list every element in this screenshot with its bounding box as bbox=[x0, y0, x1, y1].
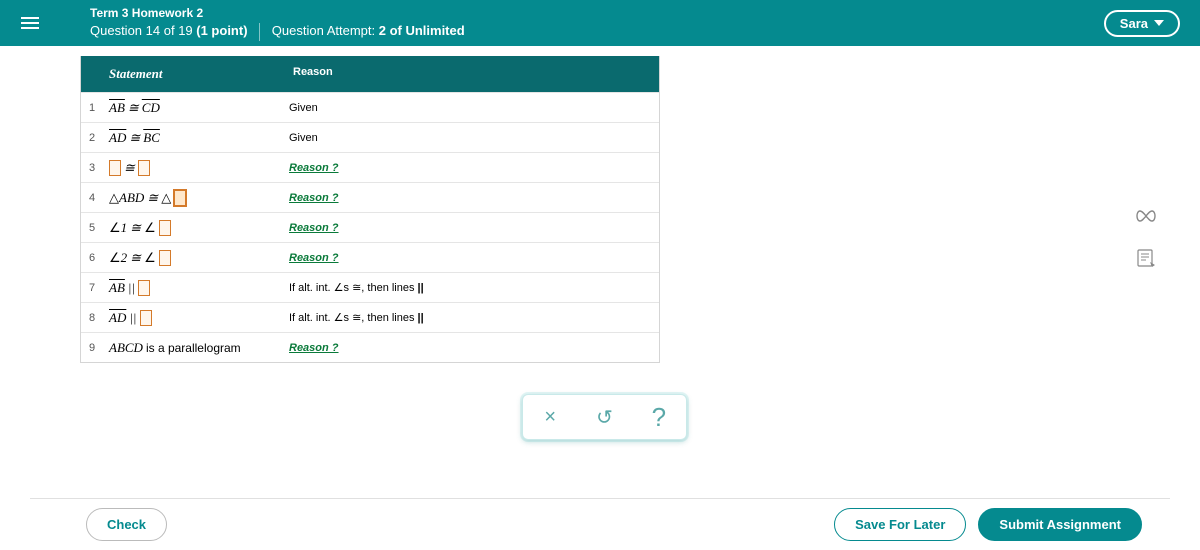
table-row: 3 ≅ Reason ? bbox=[81, 152, 659, 182]
check-button[interactable]: Check bbox=[86, 508, 167, 541]
statement-cell: ∠1 ≅ ∠ bbox=[103, 215, 281, 241]
table-row: 6∠2 ≅ ∠ Reason ? bbox=[81, 242, 659, 272]
row-number: 6 bbox=[81, 246, 103, 270]
table-row: 2AD ≅ BCGiven bbox=[81, 122, 659, 152]
row-number: 8 bbox=[81, 306, 103, 330]
answer-blank[interactable] bbox=[159, 220, 171, 236]
reason-cell: Reason ? bbox=[281, 337, 659, 359]
chevron-down-icon bbox=[1154, 20, 1164, 26]
statement-cell: ≅ bbox=[103, 155, 281, 181]
row-number: 9 bbox=[81, 336, 103, 360]
reason-link[interactable]: Reason ? bbox=[289, 342, 339, 354]
table-row: 7AB || If alt. int. ∠s ≅, then lines || bbox=[81, 272, 659, 302]
table-row: 4△ABD ≅ △ Reason ? bbox=[81, 182, 659, 212]
reason-cell: Reason ? bbox=[281, 247, 659, 269]
menu-icon[interactable] bbox=[10, 17, 50, 29]
statement-cell: AB ≅ CD bbox=[103, 95, 281, 121]
proof-table: Statement Reason 1AB ≅ CDGiven2AD ≅ BCGi… bbox=[80, 56, 660, 363]
table-header: Statement Reason bbox=[81, 56, 659, 92]
attempt-value: 2 of Unlimited bbox=[379, 23, 465, 38]
row-number: 3 bbox=[81, 156, 103, 180]
answer-blank[interactable] bbox=[138, 160, 150, 176]
submit-assignment-button[interactable]: Submit Assignment bbox=[978, 508, 1142, 541]
answer-blank[interactable] bbox=[159, 250, 171, 266]
statement-cell: AD ≅ BC bbox=[103, 125, 281, 151]
question-line: Question 14 of 19 (1 point) Question Att… bbox=[90, 22, 465, 41]
work-area: Statement Reason 1AB ≅ CDGiven2AD ≅ BCGi… bbox=[30, 46, 1170, 550]
reason-cell: If alt. int. ∠s ≅, then lines || bbox=[281, 306, 659, 329]
infinity-icon[interactable] bbox=[1134, 204, 1158, 228]
reason-cell: Given bbox=[281, 97, 659, 119]
col-header-statement: Statement bbox=[81, 56, 281, 92]
side-tools bbox=[1134, 204, 1158, 270]
q-prefix: Question bbox=[90, 23, 146, 38]
q-points: (1 point) bbox=[196, 23, 247, 38]
row-number: 2 bbox=[81, 126, 103, 150]
reason-link[interactable]: Reason ? bbox=[289, 252, 339, 264]
q-of: of 19 bbox=[160, 23, 196, 38]
answer-blank[interactable] bbox=[174, 190, 186, 206]
answer-blank[interactable] bbox=[138, 280, 150, 296]
header-text: Term 3 Homework 2 Question 14 of 19 (1 p… bbox=[90, 5, 465, 40]
assignment-title: Term 3 Homework 2 bbox=[90, 5, 465, 22]
reason-cell: Reason ? bbox=[281, 157, 659, 179]
answer-blank[interactable] bbox=[140, 310, 152, 326]
row-number: 5 bbox=[81, 216, 103, 240]
statement-cell: AB || bbox=[103, 275, 281, 301]
statement-cell: △ABD ≅ △ bbox=[103, 185, 281, 211]
row-number: 4 bbox=[81, 186, 103, 210]
answer-blank[interactable] bbox=[109, 160, 121, 176]
header-divider bbox=[259, 23, 260, 41]
footer-bar: Check Save For Later Submit Assignment bbox=[30, 498, 1170, 550]
user-menu[interactable]: Sara bbox=[1104, 10, 1180, 37]
statement-cell: ABCD is a parallelogram bbox=[103, 335, 281, 361]
help-button[interactable]: ? bbox=[644, 402, 674, 433]
col-header-reason: Reason bbox=[281, 56, 659, 92]
clear-button[interactable]: × bbox=[535, 406, 565, 429]
statement-cell: ∠2 ≅ ∠ bbox=[103, 245, 281, 271]
table-row: 5∠1 ≅ ∠ Reason ? bbox=[81, 212, 659, 242]
reason-link[interactable]: Reason ? bbox=[289, 192, 339, 204]
reason-cell: Reason ? bbox=[281, 217, 659, 239]
reason-link[interactable]: Reason ? bbox=[289, 222, 339, 234]
undo-button[interactable]: ↺ bbox=[589, 405, 619, 430]
input-toolbar: × ↺ ? bbox=[522, 394, 687, 440]
reason-cell: Given bbox=[281, 127, 659, 149]
app-header: Term 3 Homework 2 Question 14 of 19 (1 p… bbox=[0, 0, 1200, 46]
save-for-later-button[interactable]: Save For Later bbox=[834, 508, 966, 541]
row-number: 1 bbox=[81, 96, 103, 120]
reason-cell: If alt. int. ∠s ≅, then lines || bbox=[281, 276, 659, 299]
user-name: Sara bbox=[1120, 16, 1148, 31]
reason-cell: Reason ? bbox=[281, 187, 659, 209]
attempt-label: Question Attempt: bbox=[272, 23, 379, 38]
table-row: 9ABCD is a parallelogram Reason ? bbox=[81, 332, 659, 362]
table-row: 1AB ≅ CDGiven bbox=[81, 92, 659, 122]
reason-link[interactable]: Reason ? bbox=[289, 162, 339, 174]
q-num: 14 bbox=[146, 23, 160, 38]
table-row: 8AD || If alt. int. ∠s ≅, then lines || bbox=[81, 302, 659, 332]
row-number: 7 bbox=[81, 276, 103, 300]
notes-icon[interactable] bbox=[1134, 246, 1158, 270]
statement-cell: AD || bbox=[103, 305, 281, 331]
